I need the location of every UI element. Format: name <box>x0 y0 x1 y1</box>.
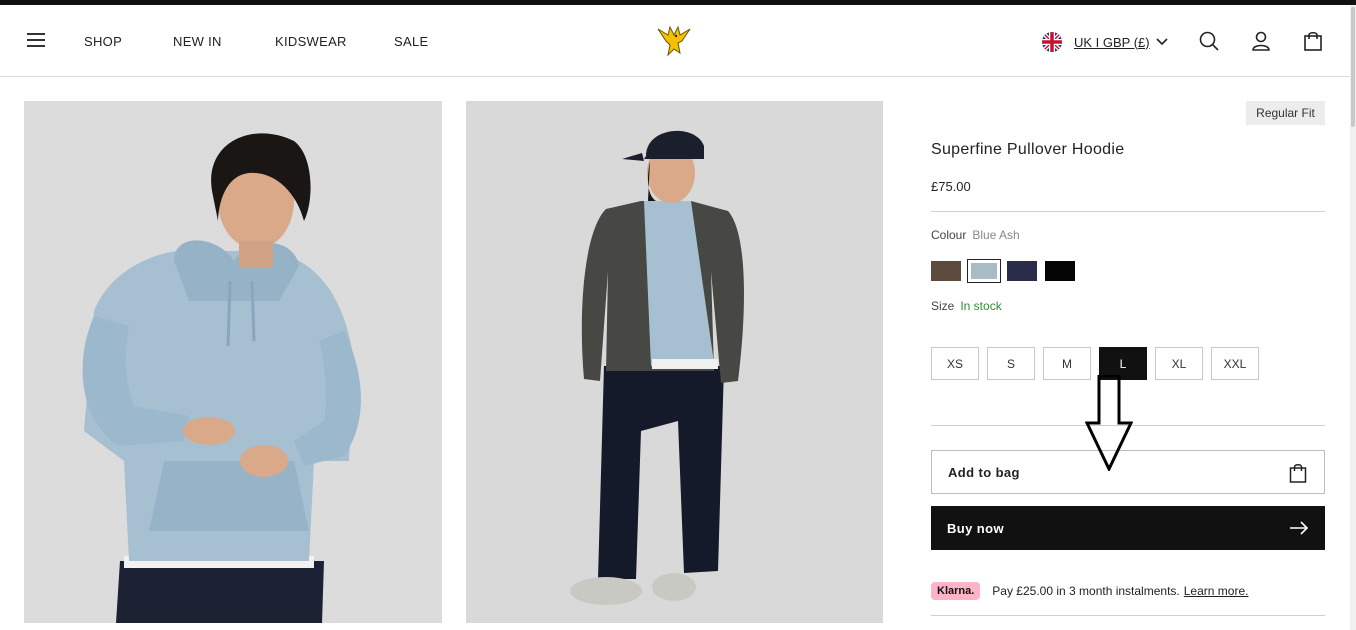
bag-icon[interactable] <box>1302 30 1324 52</box>
colour-swatches <box>931 259 1075 283</box>
nav-shop[interactable]: SHOP <box>84 34 122 49</box>
fit-badge: Regular Fit <box>1246 101 1325 125</box>
arrow-right-icon <box>1290 521 1309 535</box>
product-image-front[interactable] <box>24 101 442 623</box>
product-title: Superfine Pullover Hoodie <box>931 141 1125 158</box>
colour-row: Colour Blue Ash <box>931 228 1020 242</box>
scrollbar-thumb[interactable] <box>1351 7 1355 127</box>
currency-label[interactable]: UK I GBP (£) <box>1074 35 1150 50</box>
buy-now-button[interactable]: Buy now <box>931 506 1325 550</box>
size-xl[interactable]: XL <box>1155 347 1203 380</box>
klarna-learn-more-link[interactable]: Learn more. <box>1184 584 1249 598</box>
search-icon[interactable] <box>1198 30 1220 52</box>
menu-icon[interactable] <box>27 33 45 49</box>
divider <box>931 211 1325 212</box>
page-scrollbar[interactable] <box>1350 5 1356 630</box>
swatch-black[interactable] <box>1045 261 1075 281</box>
size-m[interactable]: M <box>1043 347 1091 380</box>
swatch-navy[interactable] <box>1007 261 1037 281</box>
colour-label: Colour <box>931 228 967 242</box>
size-label: Size <box>931 299 955 313</box>
stock-status: In stock <box>960 299 1002 313</box>
uk-flag-icon <box>1042 32 1062 52</box>
product-price: £75.00 <box>931 179 971 194</box>
chevron-down-icon[interactable] <box>1156 38 1168 46</box>
nav-kidswear[interactable]: KIDSWEAR <box>275 34 347 49</box>
swatch-blue-ash[interactable] <box>967 259 1001 283</box>
size-xs[interactable]: XS <box>931 347 979 380</box>
buy-now-label: Buy now <box>947 520 1004 536</box>
bag-icon <box>1289 464 1307 483</box>
annotation-arrow-icon <box>1085 375 1133 471</box>
product-image-styled[interactable] <box>466 101 883 623</box>
eagle-logo[interactable] <box>656 23 692 59</box>
klarna-row: Klarna. Pay £25.00 in 3 month instalment… <box>931 582 1248 600</box>
site-header: SHOP NEW IN KIDSWEAR SALE UK I GBP (£) <box>0 5 1350 77</box>
size-xxl[interactable]: XXL <box>1211 347 1259 380</box>
account-icon[interactable] <box>1250 30 1272 52</box>
colour-value: Blue Ash <box>972 228 1020 242</box>
klarna-text: Pay £25.00 in 3 month instalments. <box>992 584 1180 598</box>
add-to-bag-label: Add to bag <box>948 464 1020 480</box>
nav-sale[interactable]: SALE <box>394 34 428 49</box>
klarna-badge: Klarna. <box>931 582 981 600</box>
divider <box>931 615 1325 616</box>
size-row: Size In stock <box>931 299 1002 313</box>
size-s[interactable]: S <box>987 347 1035 380</box>
currency-selector[interactable]: UK I GBP (£) <box>1042 31 1168 53</box>
nav-new-in[interactable]: NEW IN <box>173 34 222 49</box>
swatch-brown[interactable] <box>931 261 961 281</box>
